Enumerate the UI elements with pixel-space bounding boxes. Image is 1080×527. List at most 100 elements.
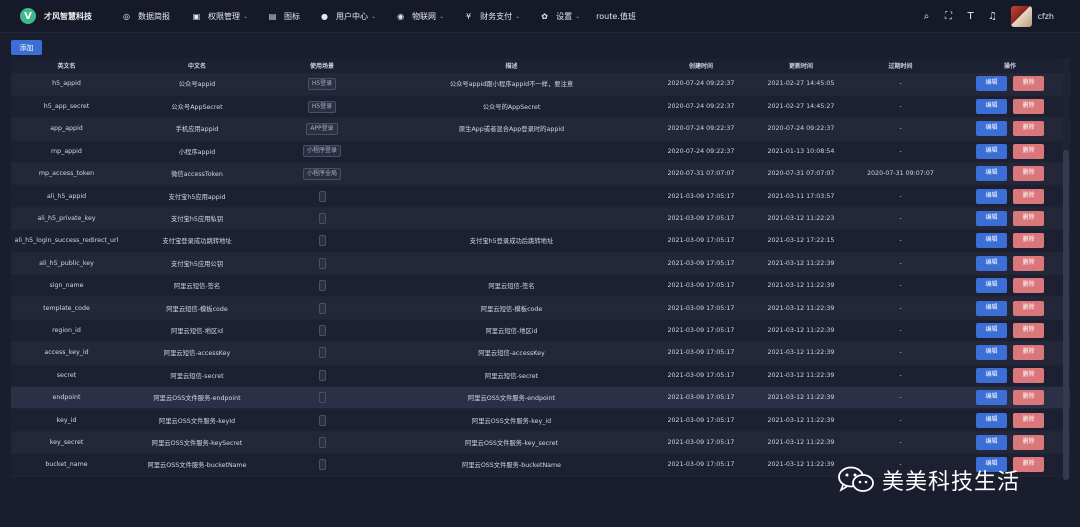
fullscreen-icon[interactable]: ⛶	[943, 11, 955, 22]
cell-cn: 微信accessToken	[122, 162, 272, 186]
scene-tag-empty	[318, 257, 326, 269]
nav-item-4[interactable]: ◉ 物联网 ⌄	[396, 11, 444, 22]
table-row[interactable]: h5_app_secret 公众号AppSecret H5登录 公众号的AppSecr…	[11, 95, 1070, 119]
cell-expire: -	[851, 274, 950, 298]
nav-item-2[interactable]: ▤ 图标	[268, 11, 300, 22]
delete-button[interactable]: 删除	[1013, 278, 1044, 294]
delete-button[interactable]: 删除	[1013, 188, 1044, 204]
cell-desc	[372, 140, 651, 164]
edit-button[interactable]: 编辑	[976, 412, 1007, 428]
cell-created: 2020-07-24 09:22:37	[651, 73, 751, 96]
edit-button[interactable]: 编辑	[976, 255, 1007, 271]
delete-button[interactable]: 删除	[1013, 255, 1044, 271]
edit-button[interactable]: 编辑	[976, 188, 1007, 204]
cell-cn: 阿里云OSS文件服务-keySecret	[122, 431, 272, 455]
brand-logo[interactable]: V 才风智慧科技	[20, 8, 122, 24]
column-header: 中文名	[122, 58, 272, 73]
table-row[interactable]: access_key_id 阿里云短信-accessKey 阿里云短信-access…	[11, 341, 1070, 365]
cell-cn: 支付宝h5应用私钥	[122, 207, 272, 231]
search-icon[interactable]: ⌕	[921, 11, 933, 22]
table-row[interactable]: ali_h5_private_key 支付宝h5应用私钥 2021-03-09 17…	[11, 207, 1070, 231]
table-row[interactable]: sign_name 阿里云短信-签名 阿里云短信-签名 2021-03-09 17:0…	[11, 274, 1070, 298]
cell-actions: 编辑 删除	[950, 364, 1070, 387]
table-row[interactable]: h5_appid 公众号appid H5登录 公众号appid跟小程序appid不一样…	[11, 73, 1070, 96]
nav-item-3[interactable]: ● 用户中心 ⌄	[320, 11, 376, 22]
table-row[interactable]: key_secret 阿里云OSS文件服务-keySecret 阿里云OSS文件服务…	[11, 431, 1070, 455]
edit-button[interactable]: 编辑	[976, 322, 1007, 338]
cell-cn: 支付宝h5应用公钥	[122, 252, 272, 276]
delete-button[interactable]: 删除	[1013, 412, 1044, 428]
cell-updated: 2021-03-12 17:22:15	[751, 229, 851, 253]
cell-cn: 公众号appid	[122, 73, 272, 96]
edit-button[interactable]: 编辑	[976, 434, 1007, 450]
edit-button[interactable]: 编辑	[976, 367, 1007, 383]
table-row[interactable]: key_id 阿里云OSS文件服务-keyId 阿里云OSS文件服务-key_id 2…	[11, 408, 1070, 432]
chevron-down-icon: ⌄	[515, 12, 521, 20]
cell-desc: 阿里云短信-secret	[372, 364, 651, 387]
chevron-down-icon: ⌄	[243, 12, 249, 20]
nav-item-0[interactable]: ◎ 数据简报	[122, 11, 170, 22]
cell-actions: 编辑 删除	[950, 229, 1070, 253]
nav-item-6[interactable]: ✿ 设置 ⌄	[540, 11, 580, 22]
table-row[interactable]: ali_h5_public_key 支付宝h5应用公钥 2021-03-09 17:…	[11, 252, 1070, 276]
scrollbar-thumb[interactable]	[1063, 150, 1069, 480]
delete-button[interactable]: 删除	[1013, 143, 1044, 159]
edit-button[interactable]: 编辑	[976, 121, 1007, 137]
table-row[interactable]: template_code 阿里云短信-模板code 阿里云短信-模板code 202…	[11, 296, 1070, 320]
cell-en: endpoint	[11, 386, 122, 410]
delete-button[interactable]: 删除	[1013, 345, 1044, 361]
edit-button[interactable]: 编辑	[976, 166, 1007, 182]
top-tools: ⌕ ⛶ T ♫ cfzh	[921, 0, 1080, 33]
table-row[interactable]: secret 阿里云短信-secret 阿里云短信-secret 2021-03-09…	[11, 364, 1070, 387]
cell-scene: 小程序全局	[272, 162, 372, 186]
cell-cn: 支付宝登录成功跳转地址	[122, 229, 272, 253]
cell-en: app_appid	[11, 117, 122, 141]
delete-button[interactable]: 删除	[1013, 211, 1044, 227]
edit-button[interactable]: 编辑	[976, 233, 1007, 249]
table-row[interactable]: ali_h5_login_success_redirect_url 支付宝登录成功…	[11, 229, 1070, 253]
edit-button[interactable]: 编辑	[976, 99, 1007, 115]
nav-label: 图标	[284, 11, 301, 21]
delete-button[interactable]: 删除	[1013, 76, 1044, 92]
nav-item-1[interactable]: ▣ 权限管理 ⌄	[192, 11, 248, 22]
cell-expire: -	[851, 184, 950, 208]
avatar[interactable]	[1010, 6, 1032, 27]
delete-button[interactable]: 删除	[1013, 322, 1044, 338]
delete-button[interactable]: 删除	[1013, 121, 1044, 137]
delete-button[interactable]: 删除	[1013, 99, 1044, 115]
nav-item-5[interactable]: ¥ 财务支付 ⌄	[464, 11, 520, 22]
delete-button[interactable]: 删除	[1013, 233, 1044, 249]
edit-button[interactable]: 编辑	[976, 76, 1007, 92]
cell-updated: 2021-02-27 14:45:27	[751, 95, 851, 119]
username[interactable]: cfzh	[1038, 12, 1054, 21]
table-row[interactable]: endpoint 阿里云OSS文件服务-endpoint 阿里云OSS文件服务-en…	[11, 386, 1070, 410]
column-header: 使用场景	[272, 58, 372, 73]
cell-actions: 编辑 删除	[950, 408, 1070, 432]
watermark-text: 美美科技生活	[882, 470, 1021, 495]
edit-button[interactable]: 编辑	[976, 278, 1007, 294]
edit-button[interactable]: 编辑	[976, 390, 1007, 406]
cell-scene: APP登录	[272, 117, 372, 141]
delete-button[interactable]: 删除	[1013, 166, 1044, 182]
edit-button[interactable]: 编辑	[976, 143, 1007, 159]
nav-item-7[interactable]: route.值班	[596, 11, 636, 22]
delete-button[interactable]: 删除	[1013, 300, 1044, 316]
scene-tag-empty	[318, 213, 326, 225]
cell-desc	[372, 162, 651, 186]
bell-icon[interactable]: ♫	[987, 11, 999, 22]
scene-tag-empty	[318, 369, 326, 381]
edit-button[interactable]: 编辑	[976, 300, 1007, 316]
edit-button[interactable]: 编辑	[976, 211, 1007, 227]
delete-button[interactable]: 删除	[1013, 390, 1044, 406]
table-row[interactable]: mp_access_token 微信accessToken 小程序全局 2020-07…	[11, 162, 1070, 186]
table-row[interactable]: app_appid 手机应用appid APP登录 原生App或者混合App登录时的a…	[11, 117, 1070, 141]
table-row[interactable]: ali_h5_appid 支付宝h5应用appid 2021-03-09 17:05…	[11, 184, 1070, 208]
cell-created: 2021-03-09 17:05:17	[651, 364, 751, 387]
add-button[interactable]: 添加	[11, 40, 42, 55]
edit-button[interactable]: 编辑	[976, 345, 1007, 361]
delete-button[interactable]: 删除	[1013, 434, 1044, 450]
font-size-icon[interactable]: T	[965, 11, 977, 22]
table-row[interactable]: mp_appid 小程序appid 小程序登录 2020-07-24 09:22:37…	[11, 140, 1070, 164]
delete-button[interactable]: 删除	[1013, 367, 1044, 383]
table-row[interactable]: region_id 阿里云短信-地区id 阿里云短信-地区id 2021-03-09 …	[11, 319, 1070, 343]
